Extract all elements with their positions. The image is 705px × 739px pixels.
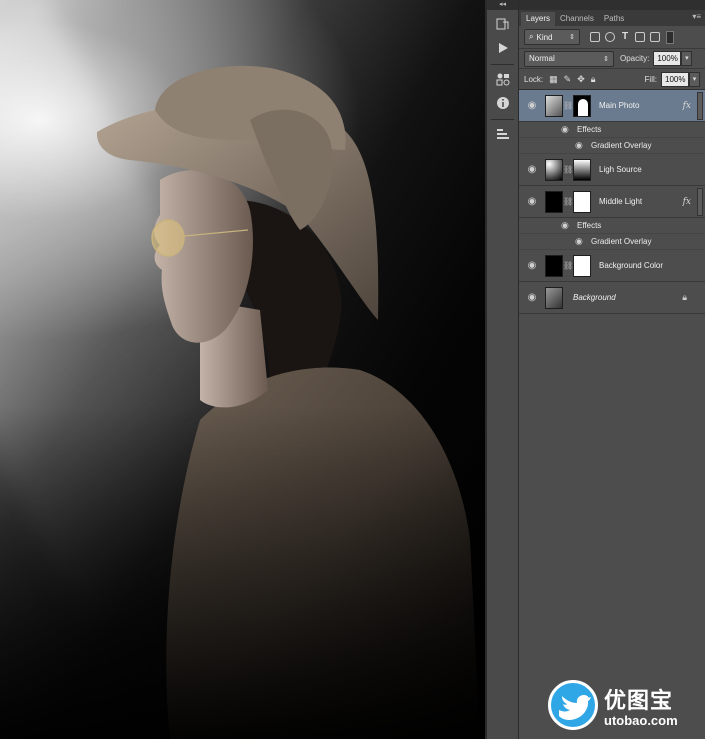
scrollbar-thumb[interactable] xyxy=(697,91,703,120)
lock-row: Lock: ▦ ✎ ✥ 🔒︎ Fill: 100% ▾ xyxy=(519,68,705,90)
layer-name: Middle Light xyxy=(599,197,643,206)
panel-tabs: Layers Channels Paths ▾≡ xyxy=(519,10,705,26)
eye-icon[interactable]: ◉ xyxy=(519,164,545,175)
opacity-label: Opacity: xyxy=(620,54,650,63)
panel-menu-icon[interactable]: ▾≡ xyxy=(692,12,701,21)
effects-label: Effects xyxy=(577,125,602,134)
lock-icons: ▦ ✎ ✥ 🔒︎ xyxy=(549,74,595,85)
panel-dock-strip: ◂◂ xyxy=(485,0,519,739)
layer-thumbnail xyxy=(545,158,563,181)
effects-label: Effects xyxy=(577,221,602,230)
tool-separator xyxy=(491,119,514,120)
search-icon: ⌕ xyxy=(529,32,534,41)
effect-name: Gradient Overlay xyxy=(591,237,652,246)
layers-panel: Layers Channels Paths ▾≡ ⌕ Kind ⇕ T Norm… xyxy=(519,0,705,739)
watermark-texts: 优图宝 utobao.com xyxy=(604,683,678,728)
layer-thumbnail xyxy=(545,286,563,309)
properties-icon[interactable] xyxy=(492,124,514,144)
filter-smartobject-icon[interactable] xyxy=(650,32,660,42)
filter-kind-select[interactable]: ⌕ Kind ⇕ xyxy=(524,29,580,45)
eye-icon[interactable]: ◉ xyxy=(575,140,587,151)
document-canvas[interactable] xyxy=(0,0,485,739)
effect-item[interactable]: ◉ Gradient Overlay xyxy=(519,234,705,250)
tab-channels[interactable]: Channels xyxy=(555,12,599,26)
layer-background-color[interactable]: ◉ ⛓ Background Color xyxy=(519,250,705,282)
chevron-updown-icon: ⇕ xyxy=(569,34,575,41)
layer-light-source[interactable]: ◉ ⛓ Ligh Source xyxy=(519,154,705,186)
layer-mask-thumbnail[interactable] xyxy=(573,254,591,277)
layer-mask-thumbnail[interactable] xyxy=(573,94,591,117)
chain-icon[interactable]: ⛓ xyxy=(563,101,573,110)
chevron-updown-icon: ⇕ xyxy=(603,55,609,63)
fx-icon[interactable]: fx xyxy=(683,101,691,111)
filter-adjustment-icon[interactable] xyxy=(605,32,615,42)
chain-icon[interactable]: ⛓ xyxy=(563,165,573,174)
play-icon[interactable] xyxy=(492,38,514,58)
blend-mode-value: Normal xyxy=(529,54,555,63)
scrollbar-thumb[interactable] xyxy=(697,187,703,216)
collapse-dock-button[interactable]: ◂◂ xyxy=(487,0,518,10)
filter-shape-icon[interactable] xyxy=(635,32,645,42)
filter-pixel-icon[interactable] xyxy=(590,32,600,42)
layer-mask-thumbnail[interactable] xyxy=(573,190,591,213)
effect-name: Gradient Overlay xyxy=(591,141,652,150)
portrait-photo xyxy=(0,0,485,739)
layer-main-photo[interactable]: ◉ ⛓ Main Photo fx xyxy=(519,90,705,122)
layer-mask-thumbnail[interactable] xyxy=(573,158,591,181)
fill-input[interactable]: 100% xyxy=(661,71,689,87)
eye-icon[interactable]: ◉ xyxy=(561,220,573,231)
chain-icon[interactable]: ⛓ xyxy=(563,261,573,270)
filter-type-icon[interactable]: T xyxy=(620,32,630,42)
layer-thumbnail xyxy=(545,190,563,213)
tab-layers[interactable]: Layers xyxy=(521,12,556,26)
bird-logo-icon xyxy=(548,680,598,730)
info-icon[interactable] xyxy=(492,93,514,113)
watermark-url: utobao.com xyxy=(604,712,678,728)
lock-label: Lock: xyxy=(524,74,544,84)
layers-list: ◉ ⛓ Main Photo fx ◉ Effects ◉ Gradient O… xyxy=(519,90,705,314)
eye-icon[interactable]: ◉ xyxy=(561,124,573,135)
opacity-dropdown-button[interactable]: ▾ xyxy=(681,51,693,66)
filter-toggle[interactable] xyxy=(666,30,674,44)
eye-icon[interactable]: ◉ xyxy=(519,260,545,271)
layer-thumbnail xyxy=(545,94,563,117)
panel-topbar xyxy=(519,0,705,10)
tab-paths[interactable]: Paths xyxy=(599,12,629,26)
layer-thumbnail xyxy=(545,254,563,277)
blend-mode-select[interactable]: Normal ⇕ xyxy=(524,50,614,67)
lock-icon: 🔒︎ xyxy=(682,292,687,302)
fill-dropdown-button[interactable]: ▾ xyxy=(689,71,700,87)
layer-name: Background Color xyxy=(599,261,664,270)
filter-kind-value: Kind xyxy=(536,32,553,42)
lock-all-icon[interactable]: 🔒︎ xyxy=(591,74,596,85)
layer-background[interactable]: ◉ Background 🔒︎ xyxy=(519,282,705,314)
chain-icon[interactable]: ⛓ xyxy=(563,197,573,206)
adjust-icon[interactable] xyxy=(492,69,514,89)
layer-name: Ligh Source xyxy=(599,165,642,174)
history-icon[interactable] xyxy=(492,14,514,34)
lock-image-icon[interactable]: ✎ xyxy=(564,74,572,85)
watermark: 优图宝 utobao.com xyxy=(548,680,678,730)
layer-name: Background xyxy=(573,293,616,302)
effect-item[interactable]: ◉ Gradient Overlay xyxy=(519,138,705,154)
eye-icon[interactable]: ◉ xyxy=(519,100,545,111)
blend-row: Normal ⇕ Opacity: 100% ▾ xyxy=(519,48,705,68)
effects-group[interactable]: ◉ Effects xyxy=(519,218,705,234)
filter-row: ⌕ Kind ⇕ T xyxy=(519,26,705,48)
lock-transparency-icon[interactable]: ▦ xyxy=(549,74,558,85)
eye-icon[interactable]: ◉ xyxy=(519,196,545,207)
opacity-input[interactable]: 100% xyxy=(653,51,682,66)
eye-icon[interactable]: ◉ xyxy=(575,236,587,247)
eye-icon[interactable]: ◉ xyxy=(519,292,545,303)
watermark-chinese: 优图宝 xyxy=(604,688,674,714)
filter-icons: T xyxy=(590,32,660,42)
fx-icon[interactable]: fx xyxy=(683,197,691,207)
tool-separator xyxy=(491,64,514,65)
layer-middle-light[interactable]: ◉ ⛓ Middle Light fx xyxy=(519,186,705,218)
fill-label: Fill: xyxy=(644,74,657,84)
layer-name: Main Photo xyxy=(599,101,640,110)
effects-group[interactable]: ◉ Effects xyxy=(519,122,705,138)
lock-position-icon[interactable]: ✥ xyxy=(577,74,585,85)
